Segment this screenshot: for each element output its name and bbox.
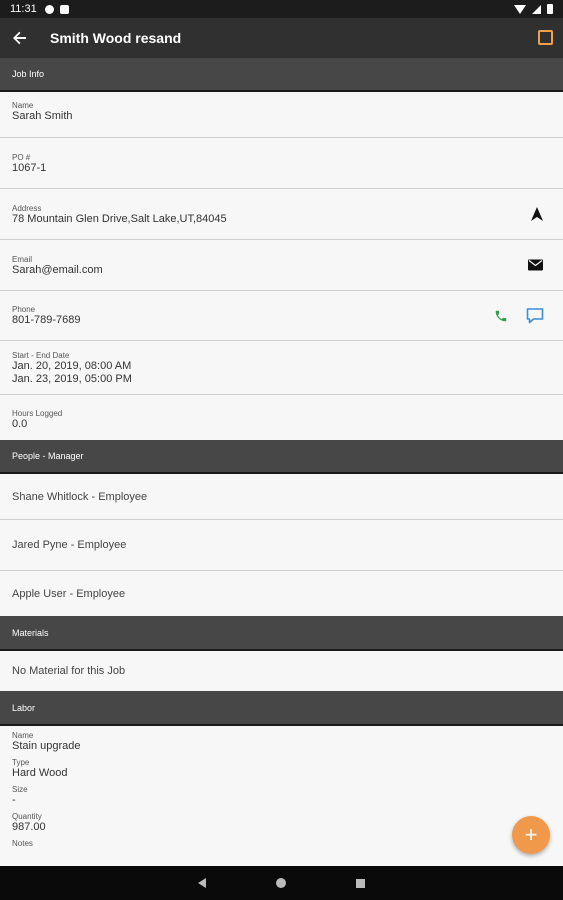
phone-row: Phone 801-789-7689 bbox=[0, 291, 563, 341]
section-header-people: People - Manager bbox=[0, 440, 563, 474]
labor-name-value: Stain upgrade bbox=[12, 740, 81, 752]
section-title: Labor bbox=[12, 702, 36, 713]
field-label: Email bbox=[12, 255, 33, 264]
materials-empty-text: No Material for this Job bbox=[12, 665, 126, 677]
email-value: Sarah@email.com bbox=[12, 264, 103, 276]
navigation-icon bbox=[531, 207, 543, 221]
message-icon bbox=[526, 307, 544, 323]
field-label: Quantity bbox=[12, 812, 42, 821]
po-value: 1067-1 bbox=[12, 162, 47, 174]
settings-icon bbox=[44, 4, 54, 14]
message-button[interactable] bbox=[526, 307, 544, 324]
section-title: Materials bbox=[12, 627, 49, 638]
edit-square-icon[interactable] bbox=[538, 30, 553, 45]
system-nav-bar bbox=[0, 866, 563, 900]
section-title: Job Info bbox=[12, 69, 45, 79]
materials-empty-row: No Material for this Job bbox=[0, 651, 563, 691]
job-name-row: Name Sarah Smith bbox=[0, 92, 563, 138]
phone-icon bbox=[495, 310, 507, 321]
field-label: PO # bbox=[12, 153, 31, 162]
list-item[interactable]: Shane Whitlock - Employee bbox=[0, 474, 563, 520]
back-button[interactable] bbox=[0, 18, 40, 58]
address-value: 78 Mountain Glen Drive,Salt Lake,UT,8404… bbox=[12, 213, 227, 225]
email-button[interactable] bbox=[528, 259, 543, 271]
call-button[interactable] bbox=[494, 309, 508, 323]
field-label: Address bbox=[12, 204, 42, 213]
status-bar: 11:31 bbox=[0, 0, 563, 18]
job-name-value: Sarah Smith bbox=[12, 110, 73, 122]
nav-home-icon[interactable] bbox=[276, 878, 286, 888]
add-icon: + bbox=[524, 822, 538, 847]
add-fab-button[interactable]: + bbox=[512, 816, 550, 854]
field-label: Type bbox=[12, 758, 30, 767]
section-header-materials: Materials bbox=[0, 616, 563, 651]
signal-icon bbox=[532, 4, 541, 14]
email-row[interactable]: Email Sarah@email.com bbox=[0, 240, 563, 291]
field-label: Notes bbox=[12, 839, 33, 848]
nav-recents-icon[interactable] bbox=[356, 878, 365, 888]
field-label: Name bbox=[12, 101, 34, 110]
person-name: Jared Pyne - Employee bbox=[12, 539, 127, 551]
wifi-icon bbox=[514, 4, 526, 14]
list-item[interactable]: Jared Pyne - Employee bbox=[0, 520, 563, 571]
page-title: Smith Wood resand bbox=[50, 30, 182, 46]
address-row[interactable]: Address 78 Mountain Glen Drive,Salt Lake… bbox=[0, 189, 563, 240]
field-label: Size bbox=[12, 785, 28, 794]
nav-back-icon[interactable] bbox=[198, 878, 206, 888]
person-name: Apple User - Employee bbox=[12, 587, 126, 600]
labor-quantity-value: 987.00 bbox=[12, 821, 46, 833]
person-name: Shane Whitlock - Employee bbox=[12, 490, 148, 503]
po-row: PO # 1067-1 bbox=[0, 138, 563, 189]
section-header-labor: Labor bbox=[0, 691, 563, 726]
phone-value: 801-789-7689 bbox=[12, 314, 81, 326]
labor-type-value: Hard Wood bbox=[12, 767, 68, 779]
app-bar: Smith Wood resand bbox=[0, 18, 563, 58]
navigation-button[interactable] bbox=[531, 207, 543, 221]
job-detail-content: Job Info Name Sarah Smith PO # 1067-1 Ad… bbox=[0, 58, 563, 866]
labor-size-value: - bbox=[12, 794, 16, 806]
section-title: People - Manager bbox=[12, 451, 84, 461]
battery-icon bbox=[547, 4, 553, 14]
list-item[interactable]: Apple User - Employee bbox=[0, 571, 563, 616]
status-time: 11:31 bbox=[10, 3, 37, 15]
field-label: Start - End Date bbox=[12, 351, 70, 360]
end-date-value: Jan. 23, 2019, 05:00 PM bbox=[12, 373, 132, 385]
labor-item[interactable]: Name Stain upgrade Type Hard Wood Size -… bbox=[0, 726, 563, 866]
back-arrow-icon bbox=[13, 31, 26, 45]
sd-card-icon bbox=[59, 4, 69, 14]
field-label: Name bbox=[12, 731, 34, 740]
start-date-value: Jan. 20, 2019, 08:00 AM bbox=[12, 360, 132, 372]
dates-row: Start - End Date Jan. 20, 2019, 08:00 AM… bbox=[0, 341, 563, 395]
section-header-job-info: Job Info bbox=[0, 58, 563, 92]
hours-value: 0.0 bbox=[12, 418, 28, 430]
field-label: Phone bbox=[12, 305, 36, 314]
field-label: Hours Logged bbox=[12, 409, 63, 418]
mail-icon bbox=[528, 259, 543, 271]
hours-row: Hours Logged 0.0 bbox=[0, 395, 563, 440]
